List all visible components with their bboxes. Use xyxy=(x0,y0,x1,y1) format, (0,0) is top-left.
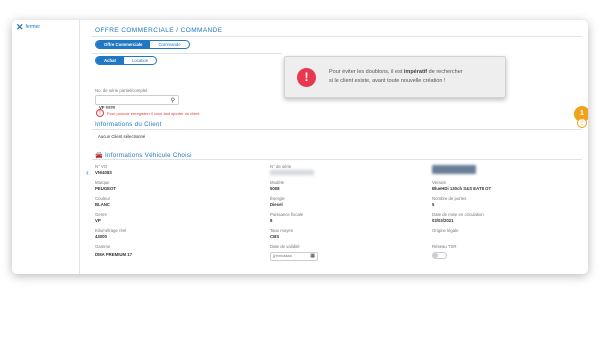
field-label: Couleur xyxy=(95,196,111,201)
duplicate-alert: ! Pour éviter les doublons, il est impér… xyxy=(284,56,506,98)
field-value: 5008 xyxy=(270,186,280,191)
field-label: Genre xyxy=(95,212,107,217)
field-label: N° VO xyxy=(95,164,108,169)
toggle-knob xyxy=(433,253,438,258)
action-toggle: Achat Location xyxy=(95,56,158,65)
tab-offre-commerciale[interactable]: Offre Commerciale xyxy=(96,41,151,48)
search-icon[interactable]: ⚲ xyxy=(171,97,175,104)
calendar-icon[interactable]: ▦ xyxy=(310,253,315,260)
field-label: Réseau TSR xyxy=(432,244,457,249)
tab-achat[interactable]: Achat xyxy=(96,57,124,64)
close-label: fermer xyxy=(25,24,40,30)
tab-commande[interactable]: Commande xyxy=(150,41,188,48)
field-value: 03/03/2021 xyxy=(432,218,454,223)
tab-divider xyxy=(92,53,282,54)
client-section-title: Informations du Client xyxy=(95,121,162,128)
search-label: No. de série partiel/complet xyxy=(95,88,148,93)
field-label: N° de série xyxy=(270,164,292,169)
field-label: Kilométrage réel xyxy=(95,228,127,233)
field-value: BLANC xyxy=(95,202,111,207)
field-value: CBS xyxy=(270,234,280,239)
field-label: Modèle xyxy=(270,180,285,185)
field-value: 43000 xyxy=(95,234,107,239)
vin-search-field[interactable]: ⚲ xyxy=(95,95,179,112)
car-icon: 🚘 xyxy=(95,152,106,159)
page-title: OFFRE COMMERCIALE / COMMANDE xyxy=(95,27,223,34)
field-value-redacted xyxy=(270,170,314,175)
vehicle-section-title: 🚘 Informations Véhicule Choisi xyxy=(95,152,192,159)
field-value: Diesel xyxy=(270,202,283,207)
field-label: Date de mise en circulation xyxy=(432,212,484,217)
field-label: Puissance fiscale xyxy=(270,212,304,217)
alert-line-1: Pour éviter les doublons, il est impérat… xyxy=(329,69,463,75)
field-label: Gamme xyxy=(95,244,111,249)
field-label: Nombre de portes xyxy=(432,196,467,201)
field-value: VP xyxy=(95,218,101,223)
kebab-icon[interactable]: ⋮ xyxy=(577,118,587,128)
field-value: 5 xyxy=(432,202,435,207)
field-label: Énergie xyxy=(270,196,285,201)
date-placeholder: jj/mm/aaaa xyxy=(273,254,292,258)
client-warning-text: Pour pouvoir enregistrer il vous faut aj… xyxy=(107,111,200,116)
close-button[interactable]: ✕ fermer xyxy=(16,22,40,32)
field-label: Origine légale xyxy=(432,228,459,233)
field-value: VN/4083 xyxy=(95,170,112,175)
alert-icon: ! xyxy=(297,68,316,87)
main-content: OFFRE COMMERCIALE / COMMANDE Offre Comme… xyxy=(92,20,588,274)
license-plate-redacted xyxy=(432,165,476,174)
sidebar: ✕ fermer xyxy=(12,20,80,274)
tsr-toggle[interactable] xyxy=(432,252,447,259)
alert-line-2: si le client existe, avant toute nouvell… xyxy=(329,78,446,84)
client-divider xyxy=(92,129,582,130)
title-divider xyxy=(92,36,582,37)
mode-toggle: Offre Commerciale Commande xyxy=(95,40,190,49)
no-client-text: Aucun Client sélectionné xyxy=(98,134,146,139)
chevron-left-icon[interactable]: ‹ xyxy=(86,168,89,177)
vehicle-divider xyxy=(92,159,582,160)
close-icon: ✕ xyxy=(16,22,24,32)
field-label: Date de validité xyxy=(270,244,300,249)
field-label: Version xyxy=(432,180,447,185)
field-value: 8 xyxy=(270,218,273,223)
field-value: BlueHDi 130ch S&S EAT8 GT xyxy=(432,186,492,191)
field-label: Marque xyxy=(95,180,110,185)
field-label: Taux moyen xyxy=(270,228,294,233)
warning-icon: ! xyxy=(96,109,104,117)
field-value: DMA PREMIUM 17 xyxy=(95,252,133,257)
field-value: PEUGEOT xyxy=(95,186,117,191)
modal-window: ✕ fermer ‹ OFFRE COMMERCIALE / COMMANDE … xyxy=(12,20,588,274)
validity-date-input[interactable]: jj/mm/aaaa ▦ xyxy=(270,252,318,261)
tab-location[interactable]: Location xyxy=(124,57,156,64)
